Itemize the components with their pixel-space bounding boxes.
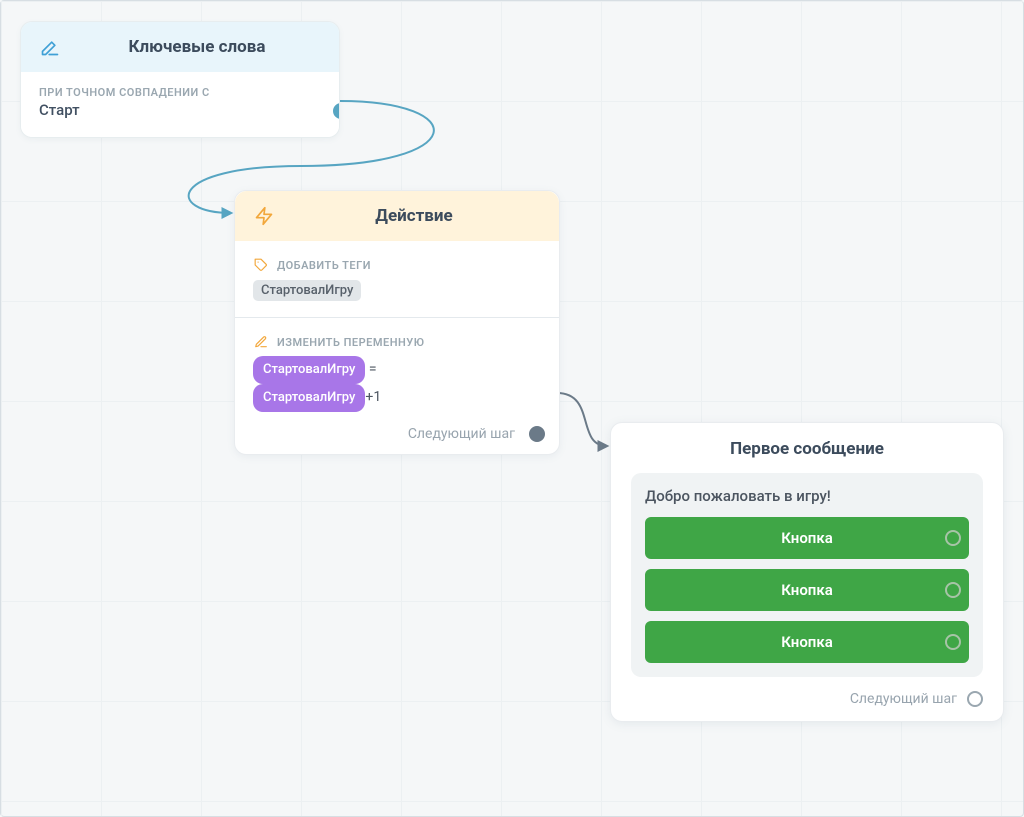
tag-icon xyxy=(253,257,269,273)
node-message-footer: Следующий шаг xyxy=(611,691,1003,721)
action-set-variable-row: ИЗМЕНИТЬ ПЕРЕМЕННУЮ СтартовалИгру = Стар… xyxy=(253,334,541,412)
node-action-footer: Следующий шаг xyxy=(235,424,559,454)
welcome-text: Добро пожаловать в игру! xyxy=(645,487,969,505)
next-step-label: Следующий шаг xyxy=(408,426,515,442)
node-keywords[interactable]: Ключевые слова ПРИ ТОЧНОМ СОВПАДЕНИИ С С… xyxy=(20,21,340,138)
reply-button-2[interactable]: Кнопка xyxy=(645,569,969,611)
reply-button-1-port[interactable] xyxy=(945,530,961,546)
variable-assignment-expression: СтартовалИгру = xyxy=(253,356,541,384)
reply-button-1[interactable]: Кнопка xyxy=(645,517,969,559)
variable-chip-rhs[interactable]: СтартовалИгру xyxy=(253,384,365,412)
equals-sign: = xyxy=(365,361,376,377)
tag-chip[interactable]: СтартовалИгру xyxy=(253,280,361,301)
add-tags-label: ДОБАВИТЬ ТЕГИ xyxy=(277,259,371,272)
button-row-1: Кнопка xyxy=(645,517,969,559)
reply-button-2-port[interactable] xyxy=(945,582,961,598)
node-action-title: Действие xyxy=(287,206,541,226)
keyword-value: Старт xyxy=(39,101,321,119)
reply-button-3-port[interactable] xyxy=(945,634,961,650)
reply-button-3[interactable]: Кнопка xyxy=(645,621,969,663)
node-keywords-header: Ключевые слова xyxy=(21,22,339,72)
node-message-title: Первое сообщение xyxy=(611,423,1003,473)
node-keywords-title: Ключевые слова xyxy=(73,37,321,57)
message-body-box: Добро пожаловать в игру! Кнопка Кнопка К… xyxy=(631,473,983,677)
node-action-body: ДОБАВИТЬ ТЕГИ СтартовалИгру ИЗМЕНИТЬ ПЕР… xyxy=(235,241,559,424)
node-action-output-port[interactable] xyxy=(529,426,545,442)
node-message-output-port[interactable] xyxy=(967,691,983,707)
set-variable-label: ИЗМЕНИТЬ ПЕРЕМЕННУЮ xyxy=(277,336,425,349)
variable-chip-lhs[interactable]: СтартовалИгру xyxy=(253,356,365,384)
node-message[interactable]: Первое сообщение Добро пожаловать в игру… xyxy=(610,422,1004,722)
message-next-step-label: Следующий шаг xyxy=(850,691,957,707)
action-add-tags-row: ДОБАВИТЬ ТЕГИ СтартовалИгру xyxy=(253,257,541,301)
match-type-label: ПРИ ТОЧНОМ СОВПАДЕНИИ С xyxy=(39,86,321,99)
pencil-icon xyxy=(39,36,61,58)
plus-one-suffix: +1 xyxy=(365,389,381,405)
node-keywords-body: ПРИ ТОЧНОМ СОВПАДЕНИИ С Старт xyxy=(21,72,339,137)
node-action[interactable]: Действие ДОБАВИТЬ ТЕГИ СтартовалИгру xyxy=(234,190,560,455)
node-action-header: Действие xyxy=(235,191,559,241)
row-divider xyxy=(235,317,559,318)
button-row-2: Кнопка xyxy=(645,569,969,611)
variable-rhs-expression: СтартовалИгру+1 xyxy=(253,384,541,412)
button-row-3: Кнопка xyxy=(645,621,969,663)
edit-icon xyxy=(253,334,269,350)
lightning-icon xyxy=(253,205,275,227)
